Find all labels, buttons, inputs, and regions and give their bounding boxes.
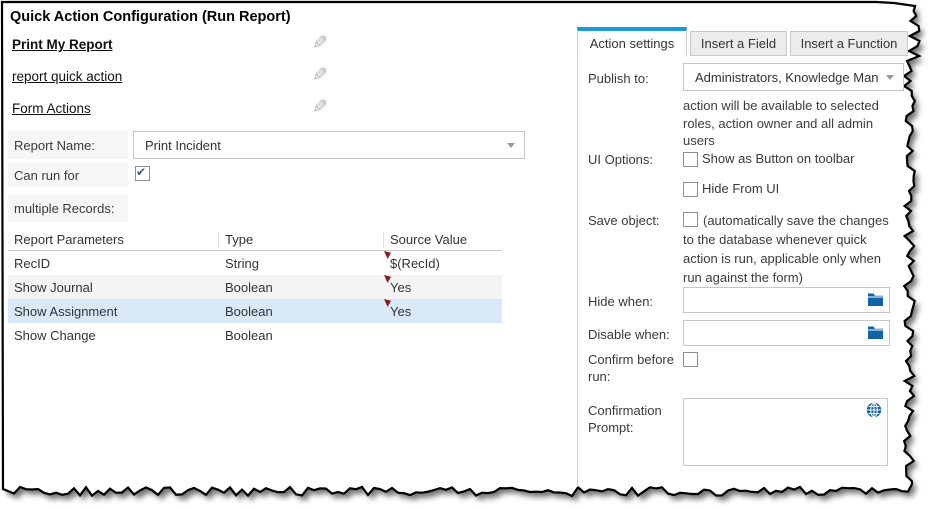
report-parameters-table: Report Parameters Type Source Value RecI… — [8, 230, 502, 347]
report-name-label: Report Name: — [8, 131, 128, 159]
table-header: Report Parameters Type Source Value — [8, 230, 502, 251]
panel-divider — [577, 56, 578, 487]
param-source: Yes — [384, 299, 502, 323]
edit-pencil-icon[interactable]: ✎ — [308, 67, 328, 87]
table-row-selected[interactable]: Show Assignment Boolean Yes — [8, 299, 502, 323]
tab-insert-a-field[interactable]: Insert a Field — [690, 31, 787, 56]
column-header-source-value: Source Value — [384, 232, 502, 248]
publish-to-dropdown[interactable]: Administrators, Knowledge Mana — [683, 63, 904, 91]
edit-pencil-icon[interactable]: ✎ — [308, 99, 328, 119]
report-name-value: Print Incident — [145, 138, 221, 153]
publish-to-value: Administrators, Knowledge Mana — [695, 70, 879, 85]
hide-from-ui-label: Hide From UI — [702, 181, 779, 196]
can-run-checkbox[interactable] — [135, 166, 150, 181]
save-object-checkbox[interactable] — [683, 212, 698, 227]
show-as-button-checkbox[interactable] — [683, 152, 698, 167]
hide-from-ui-checkbox[interactable] — [683, 182, 698, 197]
param-name: RecID — [8, 256, 219, 271]
table-row[interactable]: Show Journal Boolean Yes — [8, 275, 502, 299]
can-run-label-line1: Can run for — [8, 163, 128, 187]
param-type: Boolean — [219, 328, 384, 343]
link-report-quick-action[interactable]: report quick action — [12, 69, 122, 84]
param-name: Show Assignment — [8, 304, 219, 319]
quick-action-config-window: Quick Action Configuration (Run Report) … — [0, 0, 935, 509]
param-name: Show Change — [8, 328, 219, 343]
chevron-down-icon — [886, 75, 894, 80]
show-as-button-label: Show as Button on toolbar — [702, 151, 855, 166]
publish-to-help-text: action will be available to selected rol… — [683, 97, 901, 150]
column-header-report-parameters: Report Parameters — [8, 232, 219, 248]
report-name-dropdown[interactable]: Print Incident — [133, 131, 525, 159]
ui-options-label: UI Options: — [588, 151, 683, 168]
chevron-down-icon — [507, 143, 515, 148]
param-source: Yes — [384, 275, 502, 299]
link-print-my-report[interactable]: Print My Report — [12, 37, 113, 52]
publish-to-label: Publish to: — [588, 70, 683, 87]
confirmation-prompt-textarea[interactable] — [683, 398, 888, 466]
confirm-before-run-checkbox[interactable] — [683, 352, 698, 367]
column-header-type: Type — [219, 232, 384, 248]
confirmation-prompt-label: Confirmation Prompt: — [588, 402, 683, 436]
param-type: String — [219, 256, 384, 271]
param-source — [384, 323, 502, 347]
hide-when-input[interactable] — [683, 287, 890, 313]
param-source: $(RecId) — [384, 251, 502, 275]
save-object-label: Save object: — [588, 212, 683, 229]
globe-icon[interactable] — [866, 402, 882, 418]
link-form-actions[interactable]: Form Actions — [12, 101, 91, 116]
param-name: Show Journal — [8, 280, 219, 295]
can-run-label-line2: multiple Records: — [8, 195, 128, 222]
save-object-row: (automatically save the changes to the d… — [683, 211, 902, 287]
tab-action-settings[interactable]: Action settings — [577, 27, 687, 56]
param-type: Boolean — [219, 304, 384, 319]
table-row[interactable]: RecID String $(RecId) — [8, 251, 502, 275]
save-object-help-text: (automatically save the changes to the d… — [683, 213, 889, 285]
confirm-before-run-label: Confirm before run: — [588, 351, 683, 385]
param-type: Boolean — [219, 280, 384, 295]
page-title: Quick Action Configuration (Run Report) — [10, 9, 291, 25]
disable-when-input[interactable] — [683, 320, 890, 346]
table-row[interactable]: Show Change Boolean — [8, 323, 502, 347]
hide-when-label: Hide when: — [588, 293, 683, 310]
folder-browse-icon[interactable] — [867, 292, 884, 307]
edit-pencil-icon[interactable]: ✎ — [308, 35, 328, 55]
disable-when-label: Disable when: — [588, 326, 683, 343]
tab-insert-a-function[interactable]: Insert a Function — [790, 31, 908, 56]
folder-browse-icon[interactable] — [867, 325, 884, 340]
